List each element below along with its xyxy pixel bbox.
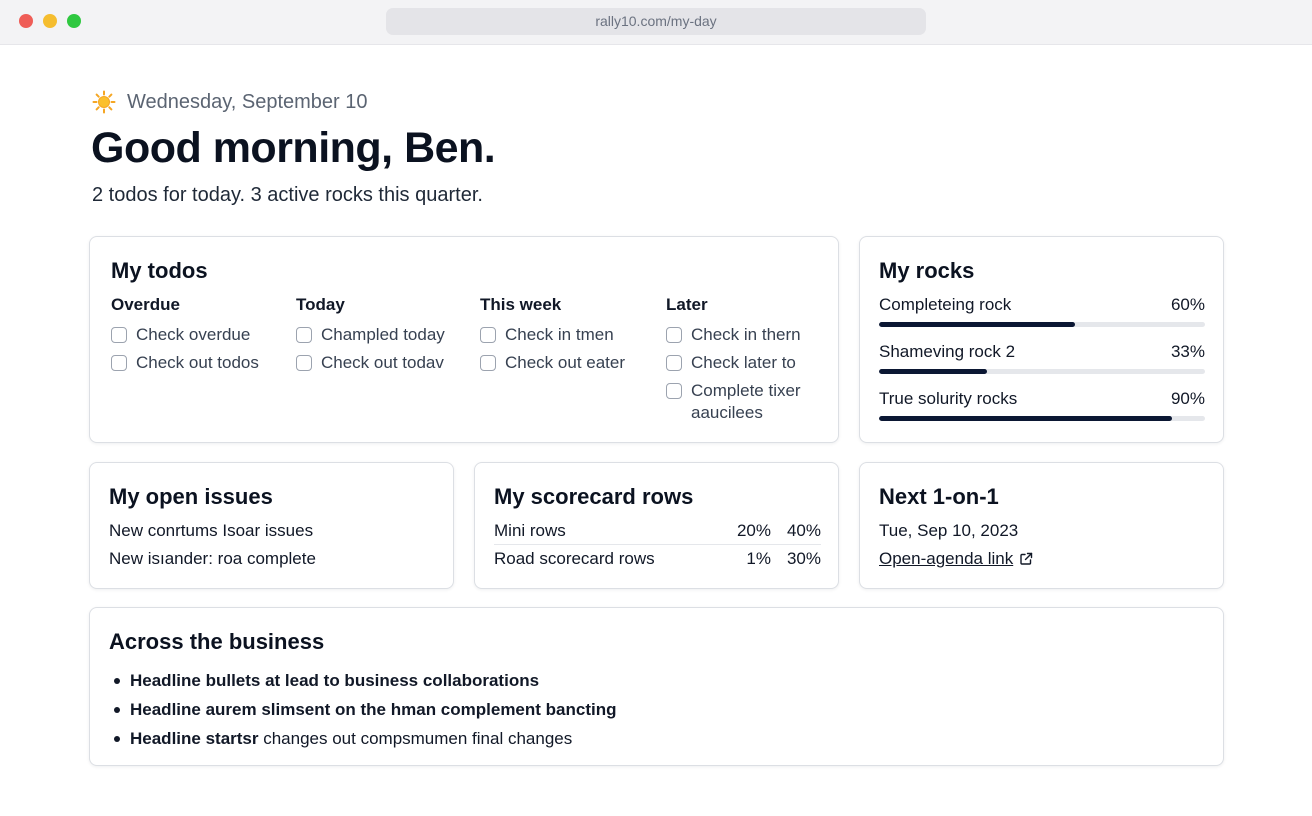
rock-percent: 60% [1170,295,1205,314]
rocks-card: My rocks Completeing rock 60% Shameving r… [859,236,1224,443]
todo-checkbox[interactable] [666,327,682,343]
rock-progress-bar [879,369,987,374]
window-close-button[interactable] [19,14,33,28]
rocks-title: My rocks [879,258,975,283]
current-date: Wednesday, September 10 [127,90,368,113]
todo-item[interactable]: Check overdue [111,324,259,346]
external-link-icon [1020,552,1033,565]
todo-column-heading: Overdue [111,295,180,314]
rock-name: Shameving rock 2 [879,342,1016,361]
todo-item[interactable]: Check later to [666,352,834,374]
todo-label: Complete tixer aaucilees [691,381,801,422]
todo-label: Check later to [691,353,796,372]
todo-item[interactable]: Check in thern [666,324,834,346]
bullet-icon [114,706,120,713]
todo-column-heading: This week [480,295,562,314]
sun-icon [92,90,116,114]
scorecard-value: 40% [786,520,821,540]
todos-card: My todos Overdue Check overdue Check out… [89,236,839,443]
scorecard-value: 30% [786,549,821,568]
rock-name: True solurity rocks [879,389,1018,408]
headline-bold: Headline bullets at lead to business col… [130,670,540,690]
date-row: Wednesday, September 10 [92,89,368,115]
rock-progress-track [879,322,1205,327]
todo-checkbox[interactable] [296,327,312,343]
rock-item[interactable]: True solurity rocks 90% [879,388,1205,421]
todo-label: Check out todos [136,353,259,372]
day-summary: 2 todos for today. 3 active rocks this q… [92,184,483,206]
one-on-one-card: Next 1-on-1 Tue, Sep 10, 2023 Open-agend… [859,462,1224,589]
rock-percent: 33% [1170,342,1205,361]
rock-item[interactable]: Shameving rock 2 33% [879,341,1205,374]
scorecard-title: My scorecard rows [494,484,694,509]
rock-name: Completeing rock [879,295,1012,314]
todo-column-heading: Today [296,295,345,314]
scorecard-row[interactable]: Mini rows 20% 40% [494,517,821,545]
headline-bold: Headline aurem slimsent on the hman comp… [130,699,617,719]
todo-label: Check overdue [136,325,251,344]
todo-column-this-week: This week Check in tmen Check out eater [480,295,625,374]
bullet-icon [114,735,120,742]
todo-checkbox[interactable] [111,355,127,371]
page-title: Good morning, Ben. [91,124,496,172]
scorecard-value: 20% [736,520,771,540]
scorecard-value: 1% [746,549,771,568]
headline-list: Headline bullets at lead to business col… [114,666,616,753]
browser-toolbar: rally10.com/my-day [0,0,1312,45]
issue-item[interactable]: New conrtums Isoar issues [109,520,313,542]
rock-progress-bar [879,322,1075,327]
todo-column-later: Later Check in thern Check later to Comp… [666,295,834,424]
todo-checkbox[interactable] [111,327,127,343]
open-agenda-link[interactable]: Open-agenda link [879,549,1033,569]
todo-label: Check out eater [505,353,626,372]
todo-item[interactable]: Check out todos [111,352,259,374]
todo-label: Champled today [321,325,445,344]
headline-item[interactable]: Headline aurem slimsent on the hman comp… [114,695,616,724]
business-card: Across the business Headline bullets at … [89,607,1224,766]
todo-label: Check out todav [321,353,444,372]
todo-label: Check in tmen [505,325,614,344]
headline-item[interactable]: Headline startsr changes out compsmumen … [114,724,616,753]
one-on-one-title: Next 1-on-1 [879,484,999,509]
todo-column-heading: Later [666,295,708,314]
headline-rest: changes out compsmumen final changes [258,728,573,748]
bullet-icon [114,677,120,684]
todo-checkbox[interactable] [480,327,496,343]
todo-checkbox[interactable] [480,355,496,371]
business-title: Across the business [109,629,325,654]
todo-item[interactable]: Check out eater [480,352,625,374]
rock-percent: 90% [1170,389,1205,408]
todos-title: My todos [111,258,208,283]
issues-card: My open issues New conrtums Isoar issues… [89,462,454,589]
address-bar[interactable]: rally10.com/my-day [386,8,926,35]
headline-bold: Headline startsr [130,728,259,748]
rock-progress-track [879,416,1205,421]
issue-item[interactable]: New isıander: roa complete [109,548,316,570]
todo-column-overdue: Overdue Check overdue Check out todos [111,295,259,374]
issues-title: My open issues [109,484,273,509]
window-zoom-button[interactable] [67,14,81,28]
scorecard-row-name: Mini rows [494,520,566,540]
scorecard-row-name: Road scorecard rows [494,549,655,568]
todo-column-today: Today Champled today Check out todav [296,295,445,374]
todo-item[interactable]: Champled today [296,324,445,346]
scorecard-row[interactable]: Road scorecard rows 1% 30% [494,545,821,573]
scorecard-card: My scorecard rows Mini rows 20% 40% Road… [474,462,839,589]
rock-item[interactable]: Completeing rock 60% [879,294,1205,327]
window-minimize-button[interactable] [43,14,57,28]
todo-item[interactable]: Check in tmen [480,324,625,346]
todo-checkbox[interactable] [296,355,312,371]
todo-checkbox[interactable] [666,383,682,399]
todo-item[interactable]: Complete tixer aaucilees [666,380,834,424]
rock-progress-bar [879,416,1173,421]
meeting-date: Tue, Sep 10, 2023 [879,521,1019,540]
todo-checkbox[interactable] [666,355,682,371]
rock-progress-track [879,369,1205,374]
todo-item[interactable]: Check out todav [296,352,445,374]
open-agenda-link-label: Open-agenda link [879,549,1014,568]
todo-label: Check in thern [691,325,801,344]
headline-item[interactable]: Headline bullets at lead to business col… [114,666,616,695]
